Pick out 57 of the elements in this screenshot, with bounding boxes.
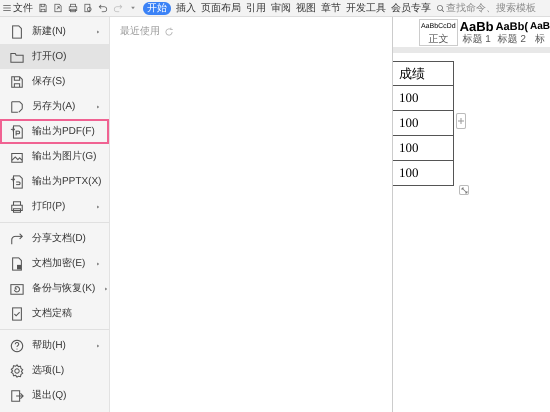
save-icon[interactable] [38, 3, 48, 13]
plus-icon [458, 118, 464, 124]
document-lock-icon [10, 256, 24, 270]
save-as-icon [10, 100, 24, 114]
menu-item[interactable]: 文档定稿 [0, 301, 109, 326]
print-preview-icon[interactable] [83, 3, 93, 13]
menu-item[interactable]: 文档加密(E) [0, 251, 109, 276]
add-column-button[interactable] [456, 113, 466, 129]
ribbon-tab[interactable]: 审阅 [271, 2, 291, 14]
ribbon-tab[interactable]: 引用 [246, 2, 266, 14]
print-icon [10, 200, 24, 214]
style-preset[interactable]: AaB 标 [530, 20, 550, 44]
table-cell: 100 [393, 86, 454, 111]
exit-icon [10, 388, 24, 402]
ribbon-tab[interactable]: 插入 [176, 2, 196, 14]
undo-icon[interactable] [98, 3, 108, 13]
pdf-export-icon [10, 124, 24, 138]
menu-item[interactable]: 打印(P) [0, 194, 109, 219]
save-icon [10, 74, 24, 88]
menu-icon [2, 3, 12, 13]
section-title: 最近使用 [120, 27, 160, 37]
style-preset[interactable]: AaBb( 标题 2 [496, 20, 528, 44]
style-preset[interactable]: AaBb 标题 1 [460, 20, 494, 44]
menu-item[interactable]: 另存为(A) [0, 94, 109, 119]
print-icon[interactable] [68, 3, 78, 13]
document-check-icon [10, 306, 24, 320]
search-icon [436, 4, 445, 12]
table-header-cell: 成绩 [393, 61, 454, 86]
menu-item[interactable]: 打开(O) [0, 44, 109, 69]
menu-item[interactable]: 输出为PPTX(X) [0, 169, 109, 194]
ribbon-tab[interactable]: 章节 [321, 2, 341, 14]
menu-item[interactable]: 退出(Q) [0, 383, 109, 408]
help-icon [10, 338, 24, 352]
menu-item[interactable]: 分享文档(D) [0, 226, 109, 251]
menu-item[interactable]: 输出为图片(G) [0, 144, 109, 169]
table-cell: 100 [393, 161, 454, 186]
share-icon [10, 232, 24, 246]
ribbon-tab[interactable]: 页面布局 [201, 2, 241, 14]
backup-icon [10, 282, 24, 296]
ribbon-tab[interactable]: 开发工具 [346, 2, 386, 14]
new-document-icon [10, 24, 24, 38]
export-icon[interactable] [53, 3, 63, 13]
file-menu-button[interactable]: 文件 [2, 0, 33, 16]
menu-item[interactable]: 新建(N) [0, 19, 109, 44]
ribbon-tab[interactable]: 会员专享 [391, 2, 431, 14]
menu-item[interactable]: 帮助(H) [0, 333, 109, 358]
ribbon-tab[interactable]: 开始 [143, 2, 171, 14]
table-cell: 100 [393, 111, 454, 136]
ribbon-tab[interactable]: 视图 [296, 2, 316, 14]
table-cell: 100 [393, 136, 454, 161]
resize-handle-icon[interactable] [459, 185, 469, 195]
menu-item[interactable]: 保存(S) [0, 69, 109, 94]
settings-icon [10, 364, 24, 378]
menu-item[interactable]: 备份与恢复(K) [0, 276, 109, 301]
menu-item[interactable]: 输出为PDF(F) [0, 119, 109, 144]
pptx-export-icon [10, 174, 24, 188]
menu-item[interactable]: 选项(L) [0, 358, 109, 383]
